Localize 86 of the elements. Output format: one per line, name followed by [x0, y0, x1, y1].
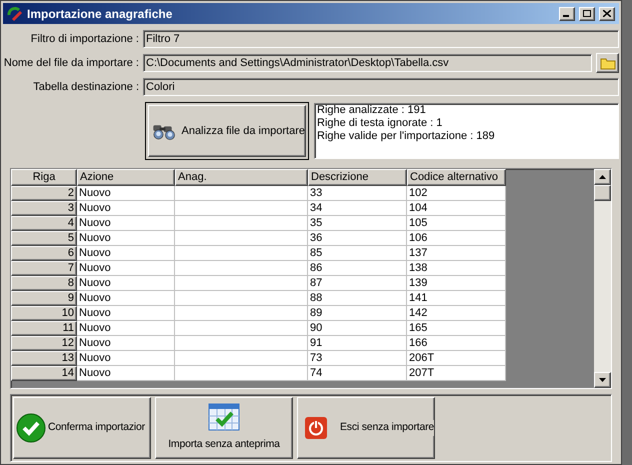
row-header: 2 [11, 186, 77, 201]
table-cell: 138 [407, 261, 506, 276]
table-cell: 137 [407, 246, 506, 261]
table-cell: 166 [407, 336, 506, 351]
table-cell: 207T [407, 366, 506, 381]
table-cell: Nuovo [77, 261, 175, 276]
table-cell: 34 [308, 201, 407, 216]
row-header: 4 [11, 216, 77, 231]
table-cell: 85 [308, 246, 407, 261]
row-header: 5 [11, 231, 77, 246]
row-header: 14 [11, 366, 77, 381]
row-header: 13 [11, 351, 77, 366]
field-label: Tabella destinazione : [32, 80, 140, 95]
table-cell: Nuovo [77, 216, 175, 231]
app-icon [7, 6, 23, 22]
table-cell: Nuovo [77, 336, 175, 351]
table-cell: 142 [407, 306, 506, 321]
column-header[interactable]: Descrizione [308, 169, 407, 186]
table-cell: Nuovo [77, 246, 175, 261]
close-icon [603, 10, 611, 17]
table-cell: 89 [308, 306, 407, 321]
table-cell: 33 [308, 186, 407, 201]
row-header: 3 [11, 201, 77, 216]
table-cell: 139 [407, 276, 506, 291]
checkmark-icon [16, 413, 46, 443]
row-header: 11 [11, 321, 77, 336]
table-cell: 206T [407, 351, 506, 366]
field-label: Filtro di importazione : [30, 32, 140, 47]
table-cell: 141 [407, 291, 506, 306]
table-cell: Nuovo [77, 201, 175, 216]
table-cell: 165 [407, 321, 506, 336]
analyze-button[interactable]: Analizza file da importare [145, 102, 309, 160]
table-cell: 86 [308, 261, 407, 276]
row-header: 9 [11, 291, 77, 306]
row-header: 6 [11, 246, 77, 261]
row-header: 7 [11, 261, 77, 276]
row-header: 10 [11, 306, 77, 321]
maximize-icon [583, 10, 591, 17]
table-cell: 87 [308, 276, 407, 291]
table-cell: 73 [308, 351, 407, 366]
folder-icon [600, 56, 616, 70]
summary-line: Righe valide per l'importazione : 189 [317, 130, 496, 143]
browse-button[interactable] [596, 53, 619, 73]
table-cell: Nuovo [77, 321, 175, 336]
scrollbar[interactable] [594, 169, 611, 388]
table-cell: 36 [308, 231, 407, 246]
close-button[interactable] [599, 6, 615, 20]
text-field[interactable]: C:\Documents and Settings\Administrator\Desktop\Tabella.csv [143, 54, 592, 72]
power-icon [304, 416, 328, 440]
table-cell: 88 [308, 291, 407, 306]
table-cell: 35 [308, 216, 407, 231]
summary-line: Righe analizzate : 191 [317, 104, 427, 117]
table-cell: 102 [407, 186, 506, 201]
column-header[interactable]: Anag. [175, 169, 308, 186]
scroll-thumb[interactable] [594, 185, 611, 201]
field-label: Nome del file da importare : [2, 56, 140, 71]
table-cell: 91 [308, 336, 407, 351]
calendar-check-icon [208, 403, 240, 432]
table-cell: 74 [308, 366, 407, 381]
column-header[interactable]: Riga [11, 169, 77, 186]
action-button[interactable]: Esci senza importare [297, 397, 435, 459]
table-cell: 105 [407, 216, 506, 231]
table-cell: Nuovo [77, 186, 175, 201]
window-title: Importazione anagrafiche [27, 6, 174, 22]
text-field[interactable]: Colori [143, 78, 619, 96]
table-cell: Nuovo [77, 291, 175, 306]
row-header: 12 [11, 336, 77, 351]
table-cell: Nuovo [77, 231, 175, 246]
action-button[interactable]: Conferma importazior [13, 397, 151, 459]
table-cell: Nuovo [77, 366, 175, 381]
scroll-down-icon [599, 378, 606, 382]
table-cell: Nuovo [77, 276, 175, 291]
table-cell: 106 [407, 231, 506, 246]
table-cell: 104 [407, 201, 506, 216]
text-field[interactable]: Filtro 7 [143, 30, 619, 48]
action-button[interactable]: Importa senza anteprima [155, 397, 293, 459]
table-cell: Nuovo [77, 306, 175, 321]
table-cell: Nuovo [77, 351, 175, 366]
row-header: 8 [11, 276, 77, 291]
maximize-button[interactable] [579, 6, 595, 20]
minimize-button[interactable] [559, 6, 575, 20]
summary-line: Righe di testa ignorate : 1 [317, 117, 444, 130]
table-cell: 90 [308, 321, 407, 336]
column-header[interactable]: Codice alternativo [407, 169, 506, 186]
column-header[interactable]: Azione [77, 169, 175, 186]
scroll-up-icon [599, 175, 606, 179]
